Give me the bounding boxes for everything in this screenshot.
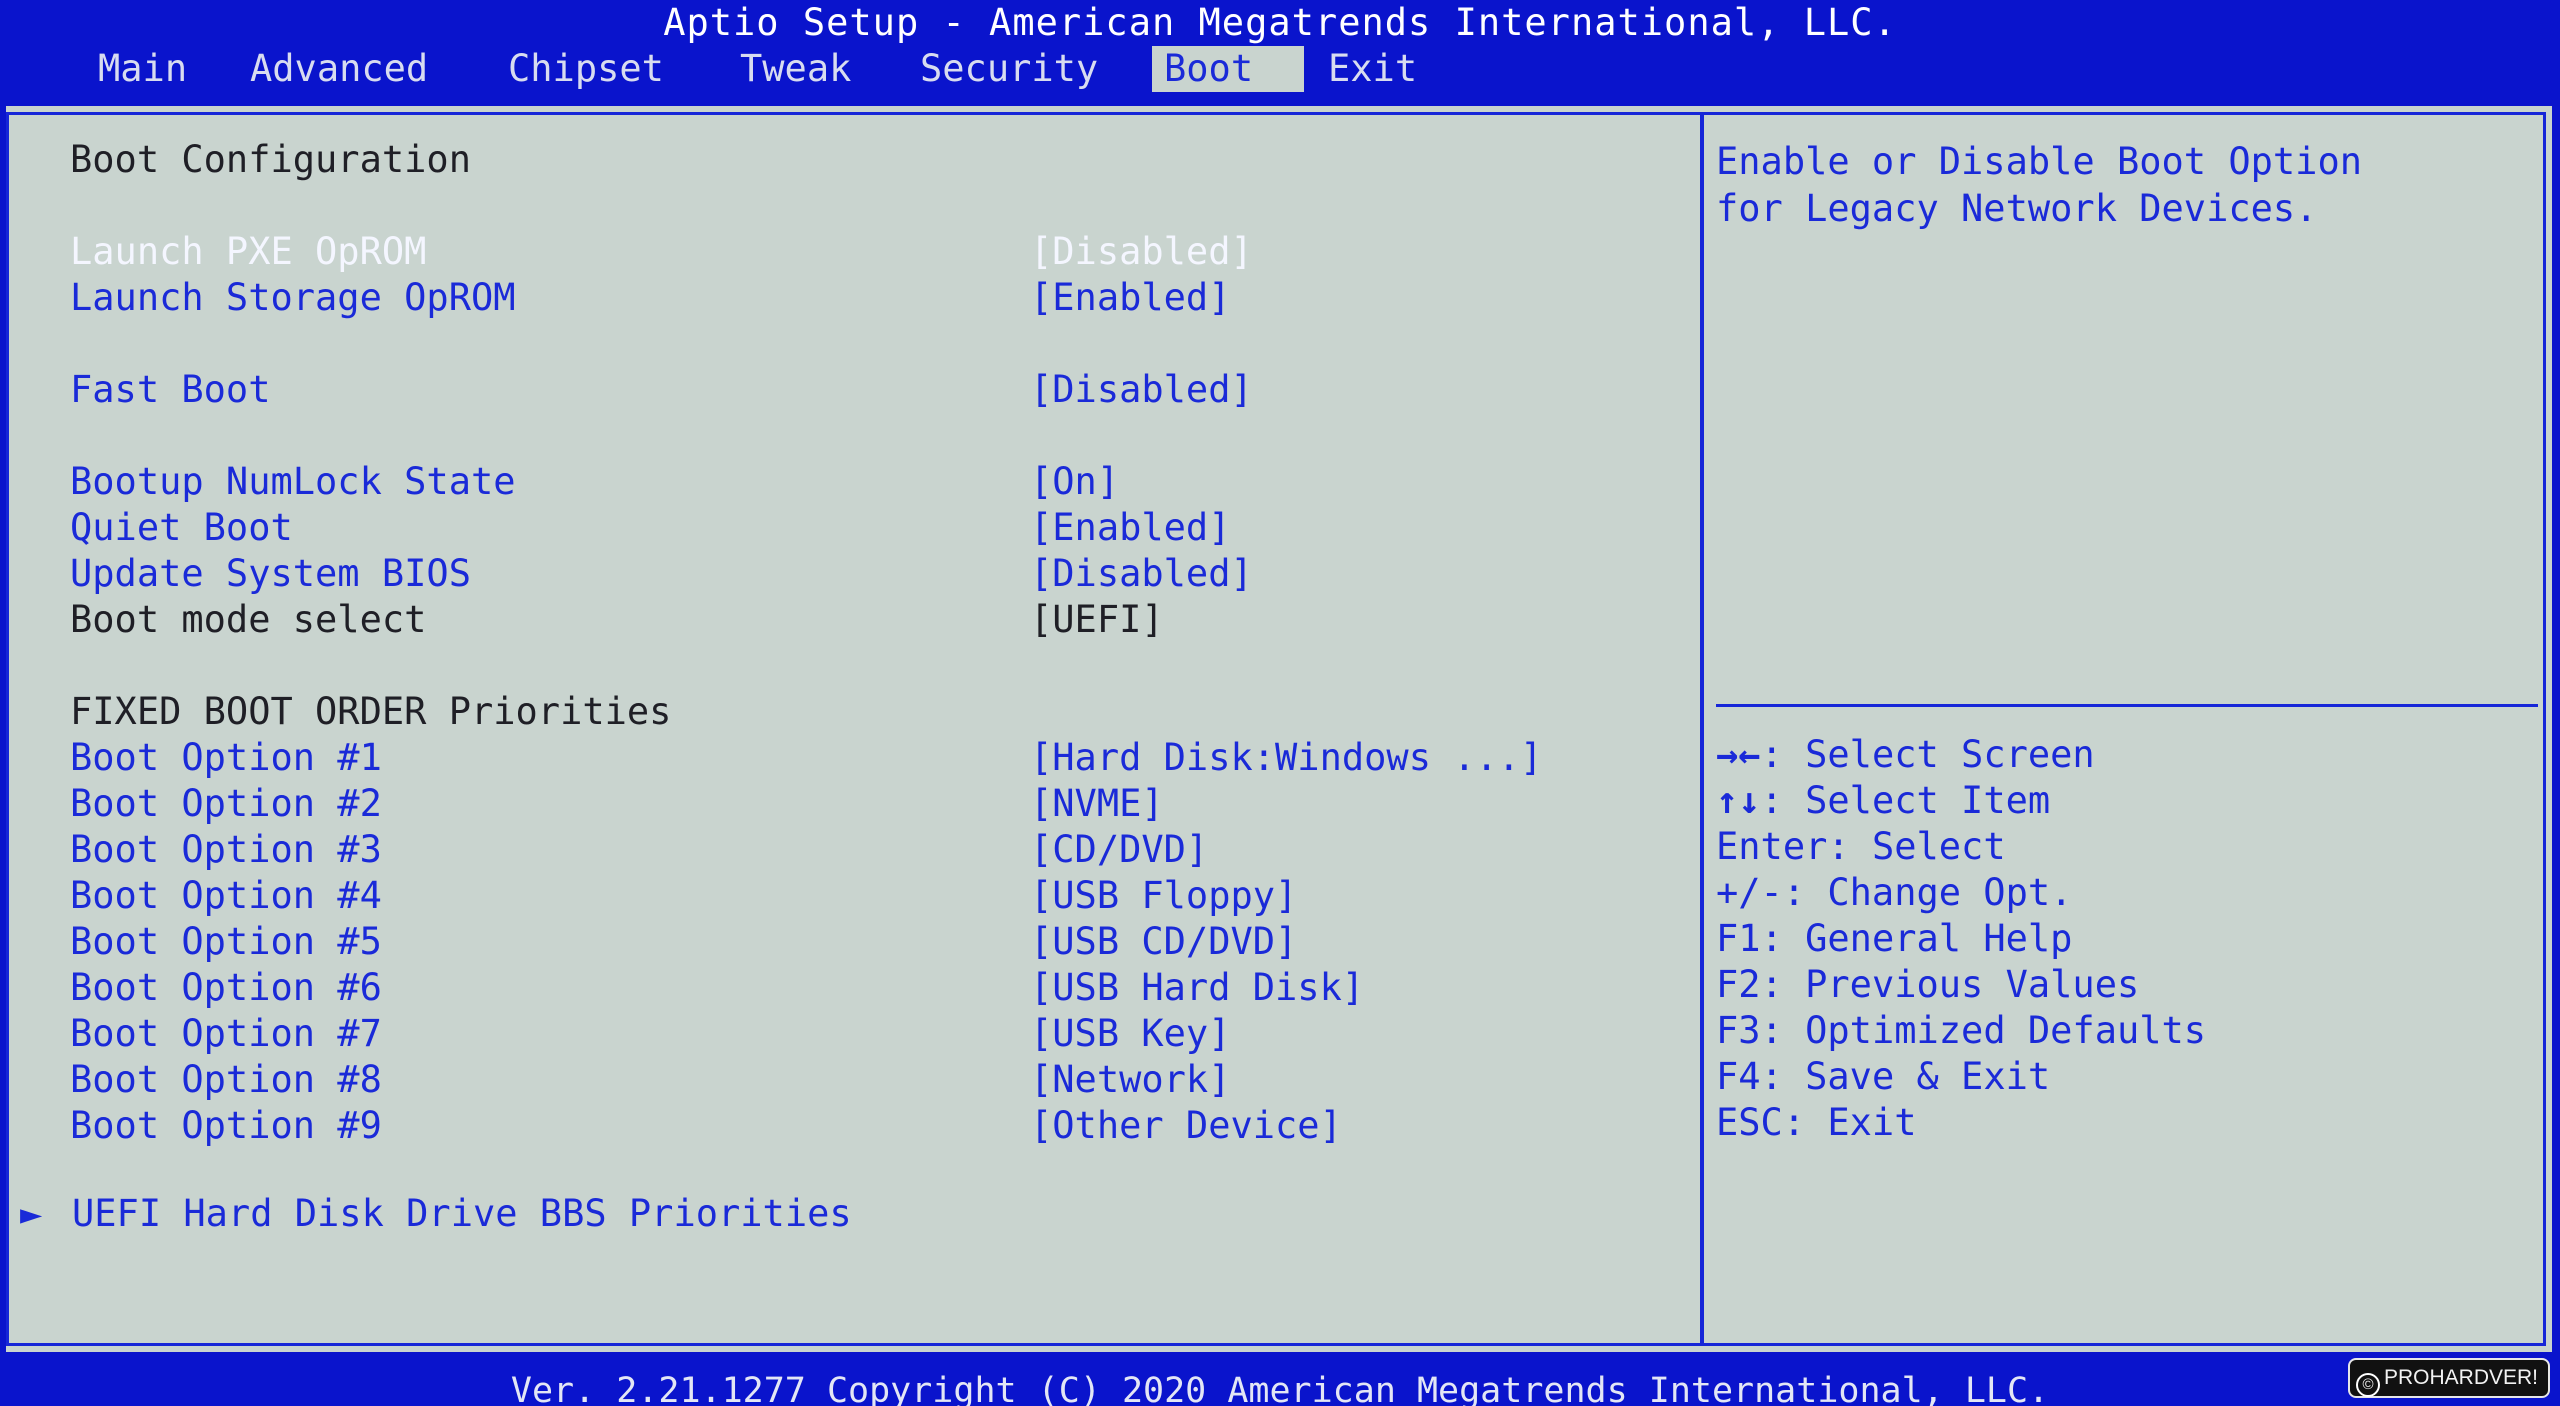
key-description: : Previous Values	[1760, 963, 2140, 1006]
tab-tweak[interactable]: Tweak	[728, 46, 863, 92]
key-legend-item: F3: Optimized Defaults	[1716, 1008, 2536, 1054]
boot-option-7-value[interactable]: [USB Key]	[1030, 1012, 1230, 1055]
key-legend-item: F4: Save & Exit	[1716, 1054, 2536, 1100]
boot-option-3-value[interactable]: [CD/DVD]	[1030, 828, 1208, 871]
panel-divider	[1700, 112, 1704, 1346]
tab-boot[interactable]: Boot	[1152, 46, 1304, 92]
help-text: Enable or Disable Boot Option for Legacy…	[1716, 138, 2536, 232]
setting-launch-pxe-oprom[interactable]: Launch PXE OpROM	[70, 230, 426, 273]
watermark-text: PROHARDVER!	[2383, 1366, 2538, 1389]
key-description: : Select	[1827, 825, 2006, 868]
key-name: Enter	[1716, 825, 1828, 868]
key-legend-item: F2: Previous Values	[1716, 962, 2536, 1008]
value-quiet-boot[interactable]: [Enabled]	[1030, 506, 1230, 549]
boot-option-9-value[interactable]: [Other Device]	[1030, 1104, 1342, 1147]
submenu-uefi-hdd-bbs-priorities[interactable]: ► UEFI Hard Disk Drive BBS Priorities	[20, 1192, 852, 1235]
help-line-2: for Legacy Network Devices.	[1716, 187, 2318, 230]
key-legend-item: →←: Select Screen	[1716, 732, 2536, 778]
key-name: F4	[1716, 1055, 1761, 1098]
key-name: F1	[1716, 917, 1761, 960]
up-down-arrows-icon: ↑↓	[1716, 779, 1761, 822]
key-legend: →←: Select Screen ↑↓: Select Item Enter:…	[1716, 732, 2536, 1146]
key-description: : Change Opt.	[1782, 871, 2073, 914]
key-description: : General Help	[1760, 917, 2073, 960]
boot-option-5[interactable]: Boot Option #5	[70, 920, 382, 963]
boot-option-7[interactable]: Boot Option #7	[70, 1012, 382, 1055]
help-divider	[1716, 704, 2538, 707]
value-launch-storage-oprom[interactable]: [Enabled]	[1030, 276, 1230, 319]
value-launch-pxe-oprom[interactable]: [Disabled]	[1030, 230, 1253, 273]
window-title: Aptio Setup - American Megatrends Intern…	[663, 1, 1897, 44]
boot-option-9[interactable]: Boot Option #9	[70, 1104, 382, 1147]
boot-option-2[interactable]: Boot Option #2	[70, 782, 382, 825]
tab-exit[interactable]: Exit	[1316, 46, 1429, 92]
setting-boot-mode-select: Boot mode select	[70, 598, 427, 641]
boot-option-8-value[interactable]: [Network]	[1030, 1058, 1230, 1101]
value-boot-mode-select: [UEFI]	[1030, 598, 1164, 641]
tab-main[interactable]: Main	[86, 46, 199, 92]
section-title-fixed-boot-order: FIXED BOOT ORDER Priorities	[70, 690, 672, 733]
setting-fast-boot[interactable]: Fast Boot	[70, 368, 270, 411]
boot-option-1-value[interactable]: [Hard Disk:Windows ...]	[1030, 736, 1542, 779]
section-title-boot-configuration: Boot Configuration	[70, 138, 471, 181]
key-description: : Exit	[1782, 1101, 1917, 1144]
boot-option-4-value[interactable]: [USB Floppy]	[1030, 874, 1297, 917]
tab-advanced[interactable]: Advanced	[238, 46, 440, 92]
version-footer: Ver. 2.21.1277 Copyright (C) 2020 Americ…	[510, 1371, 2050, 1406]
key-legend-item: ↑↓: Select Item	[1716, 778, 2536, 824]
boot-option-8[interactable]: Boot Option #8	[70, 1058, 382, 1101]
key-description: : Select Screen	[1760, 733, 2095, 776]
tab-bar: Main Advanced Chipset Tweak Security Boo…	[0, 46, 2560, 92]
key-legend-item: +/-: Change Opt.	[1716, 870, 2536, 916]
key-legend-item: ESC: Exit	[1716, 1100, 2536, 1146]
key-description: : Select Item	[1760, 779, 2051, 822]
key-legend-item: Enter: Select	[1716, 824, 2536, 870]
boot-option-4[interactable]: Boot Option #4	[70, 874, 382, 917]
key-description: : Save & Exit	[1760, 1055, 2051, 1098]
key-legend-item: F1: General Help	[1716, 916, 2536, 962]
key-name: +/-	[1716, 871, 1783, 914]
key-name: F2	[1716, 963, 1761, 1006]
boot-option-3[interactable]: Boot Option #3	[70, 828, 382, 871]
setting-launch-storage-oprom[interactable]: Launch Storage OpROM	[70, 276, 516, 319]
submenu-label: UEFI Hard Disk Drive BBS Priorities	[72, 1192, 852, 1235]
tab-security[interactable]: Security	[908, 46, 1110, 92]
key-name: ESC	[1716, 1101, 1783, 1144]
setting-quiet-boot[interactable]: Quiet Boot	[70, 506, 293, 549]
boot-option-2-value[interactable]: [NVME]	[1030, 782, 1164, 825]
value-fast-boot[interactable]: [Disabled]	[1030, 368, 1253, 411]
setting-bootup-numlock-state[interactable]: Bootup NumLock State	[70, 460, 516, 503]
boot-option-5-value[interactable]: [USB CD/DVD]	[1030, 920, 1297, 963]
value-update-system-bios[interactable]: [Disabled]	[1030, 552, 1253, 595]
value-bootup-numlock-state[interactable]: [On]	[1030, 460, 1119, 503]
boot-option-1[interactable]: Boot Option #1	[70, 736, 382, 779]
left-right-arrows-icon: →←	[1716, 733, 1761, 776]
key-name: F3	[1716, 1009, 1761, 1052]
boot-option-6[interactable]: Boot Option #6	[70, 966, 382, 1009]
prohardver-watermark: © PROHARDVER!	[2347, 1358, 2550, 1398]
setting-update-system-bios[interactable]: Update System BIOS	[70, 552, 471, 595]
copyright-icon: ©	[2355, 1373, 2380, 1397]
help-line-1: Enable or Disable Boot Option	[1716, 140, 2363, 183]
tab-chipset[interactable]: Chipset	[496, 46, 676, 92]
key-description: : Optimized Defaults	[1760, 1009, 2207, 1052]
submenu-arrow-icon: ►	[20, 1192, 43, 1235]
boot-option-6-value[interactable]: [USB Hard Disk]	[1030, 966, 1364, 1009]
